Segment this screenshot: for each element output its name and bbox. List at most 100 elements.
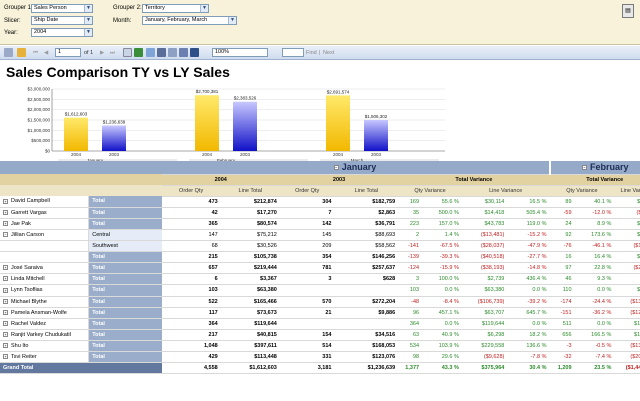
collapse-icon[interactable]: −: [3, 232, 8, 238]
table-cell: ($3,210): [614, 207, 640, 219]
export-icon[interactable]: [190, 48, 199, 57]
next-page-icon[interactable]: ▶: [100, 48, 104, 58]
territory-cell: Total: [88, 296, 162, 308]
year-header-2004: 2004: [161, 174, 280, 186]
table-cell: $146,256: [334, 251, 399, 264]
sales-matrix: − January − February 2004 2003 Total Varia…: [0, 161, 640, 375]
year-select[interactable]: 2004 ▼: [31, 28, 93, 37]
table-cell: [334, 318, 399, 330]
y-tick-label: $2,500,000: [27, 97, 50, 102]
month-header-january[interactable]: − January: [161, 161, 551, 175]
y-tick-label: $500,000: [31, 138, 50, 143]
table-cell: $123,076: [334, 351, 399, 364]
collapse-icon[interactable]: −: [333, 165, 339, 171]
territory-cell: Total: [88, 307, 162, 319]
sales-person-name: Jillian Carson: [11, 232, 45, 239]
zoom-select[interactable]: 100%: [212, 48, 268, 57]
expand-icon[interactable]: +: [3, 343, 8, 348]
find-next-button[interactable]: Next: [323, 48, 334, 58]
x-tick-label: 2004: [333, 152, 344, 157]
table-cell: 35: [398, 207, 423, 219]
table-cell: ($13,481): [461, 229, 508, 242]
table-cell: $36,791: [334, 218, 399, 230]
table-cell: 29.6 %: [422, 351, 462, 364]
table-cell: 166.5 %: [574, 329, 615, 341]
grouper1-select[interactable]: Sales Person ▼: [31, 4, 93, 13]
table-cell: 1,048: [161, 340, 221, 353]
last-page-icon[interactable]: ⏭: [110, 48, 115, 58]
table-cell: $6,275: [614, 273, 640, 286]
table-row: + Pamela Ansman-Wolfe Total 117 $73,673 21 $9,…: [0, 307, 640, 319]
page-setup-icon[interactable]: [179, 48, 188, 57]
find-input[interactable]: [282, 48, 304, 57]
column-header: Line Total: [334, 185, 399, 197]
table-cell: $34,516: [334, 329, 399, 341]
print-layout-icon[interactable]: [168, 48, 177, 57]
find-button[interactable]: Find: [306, 48, 317, 58]
table-cell: $168,053: [334, 340, 399, 353]
expand-icon[interactable]: +: [3, 198, 8, 204]
expand-icon[interactable]: +: [3, 320, 8, 326]
page-number-input[interactable]: 1: [55, 48, 81, 57]
table-cell: 3: [398, 273, 423, 286]
expand-icon[interactable]: +: [3, 354, 8, 360]
table-cell: 505.4 %: [507, 207, 550, 219]
table-cell: -32: [549, 351, 575, 364]
expand-icon[interactable]: +: [3, 287, 8, 293]
table-cell: 304: [279, 196, 335, 208]
data-label: $2,700,381: [196, 89, 219, 94]
table-cell: 40.9 %: [422, 329, 462, 341]
table-cell: 223: [398, 218, 423, 230]
table-cell: 436.4 %: [507, 273, 550, 286]
expand-icon[interactable]: +: [3, 220, 8, 226]
table-row: + Shu Ito Total 1,048 $397,611 514 $168,053 534…: [0, 340, 640, 353]
table-cell: -39.3 %: [422, 251, 462, 264]
grouper2-select[interactable]: Territory ▼: [142, 4, 209, 13]
table-cell: 656: [549, 329, 575, 341]
table-cell: ($138,354): [614, 296, 640, 308]
first-page-icon[interactable]: ⏮: [33, 48, 38, 58]
view-report-button[interactable]: ▤: [622, 4, 634, 18]
refresh-icon[interactable]: [146, 48, 155, 57]
table-cell: -12.0 %: [574, 207, 615, 219]
collapse-icon[interactable]: −: [581, 165, 587, 171]
expand-icon[interactable]: +: [3, 331, 8, 337]
month-header-february[interactable]: − February: [549, 161, 640, 175]
row-label: + Jae Pak: [0, 218, 90, 230]
table-cell: 103.9 %: [422, 340, 462, 353]
expand-icon[interactable]: +: [3, 276, 8, 282]
table-cell: 142: [279, 218, 335, 230]
territory-cell: Total: [88, 351, 162, 364]
stop-icon[interactable]: [134, 48, 143, 57]
data-label: $2,691,574: [327, 89, 350, 94]
slicer-label: Slicer:: [4, 18, 21, 24]
row-label: + Pamela Ansman-Wolfe: [0, 307, 90, 319]
table-cell: -76: [549, 240, 575, 253]
print-icon[interactable]: [157, 48, 166, 57]
table-cell: 110: [549, 284, 575, 297]
table-cell: $182,759: [334, 196, 399, 208]
table-cell: $148,304: [614, 318, 640, 330]
parameters-toggle-icon[interactable]: [4, 48, 13, 57]
table-cell: -151: [549, 307, 575, 319]
table-cell: $76,502: [614, 284, 640, 297]
y-tick-label: $1,000,000: [27, 128, 50, 133]
back-icon[interactable]: [123, 48, 132, 57]
table-cell: ($204,617): [614, 351, 640, 364]
table-cell: -24.4 %: [574, 296, 615, 308]
month-select[interactable]: January, February, March ▼: [142, 16, 237, 25]
sales-person-name: Linda Mitchell: [11, 276, 45, 283]
report-icon: ▤: [625, 8, 631, 14]
previous-page-icon[interactable]: ◀: [44, 48, 48, 58]
document-map-icon[interactable]: [17, 48, 26, 57]
table-row: + Jae Pak Total 365 $80,574 142 $36,791 223 157.…: [0, 218, 640, 230]
table-row: + David Campbell Total 473 $212,874 304 $182,7…: [0, 196, 640, 208]
expand-icon[interactable]: +: [3, 309, 8, 315]
expand-icon[interactable]: +: [3, 209, 8, 215]
table-row: Total 215 $105,738 354 $146,256 -139 -39.3 % ($…: [0, 251, 640, 264]
slicer-select[interactable]: Ship Date ▼: [31, 16, 93, 25]
table-cell: $30,526: [220, 240, 280, 253]
expand-icon[interactable]: +: [3, 265, 8, 271]
x-tick-label: 2003: [109, 152, 120, 157]
expand-icon[interactable]: +: [3, 298, 8, 304]
